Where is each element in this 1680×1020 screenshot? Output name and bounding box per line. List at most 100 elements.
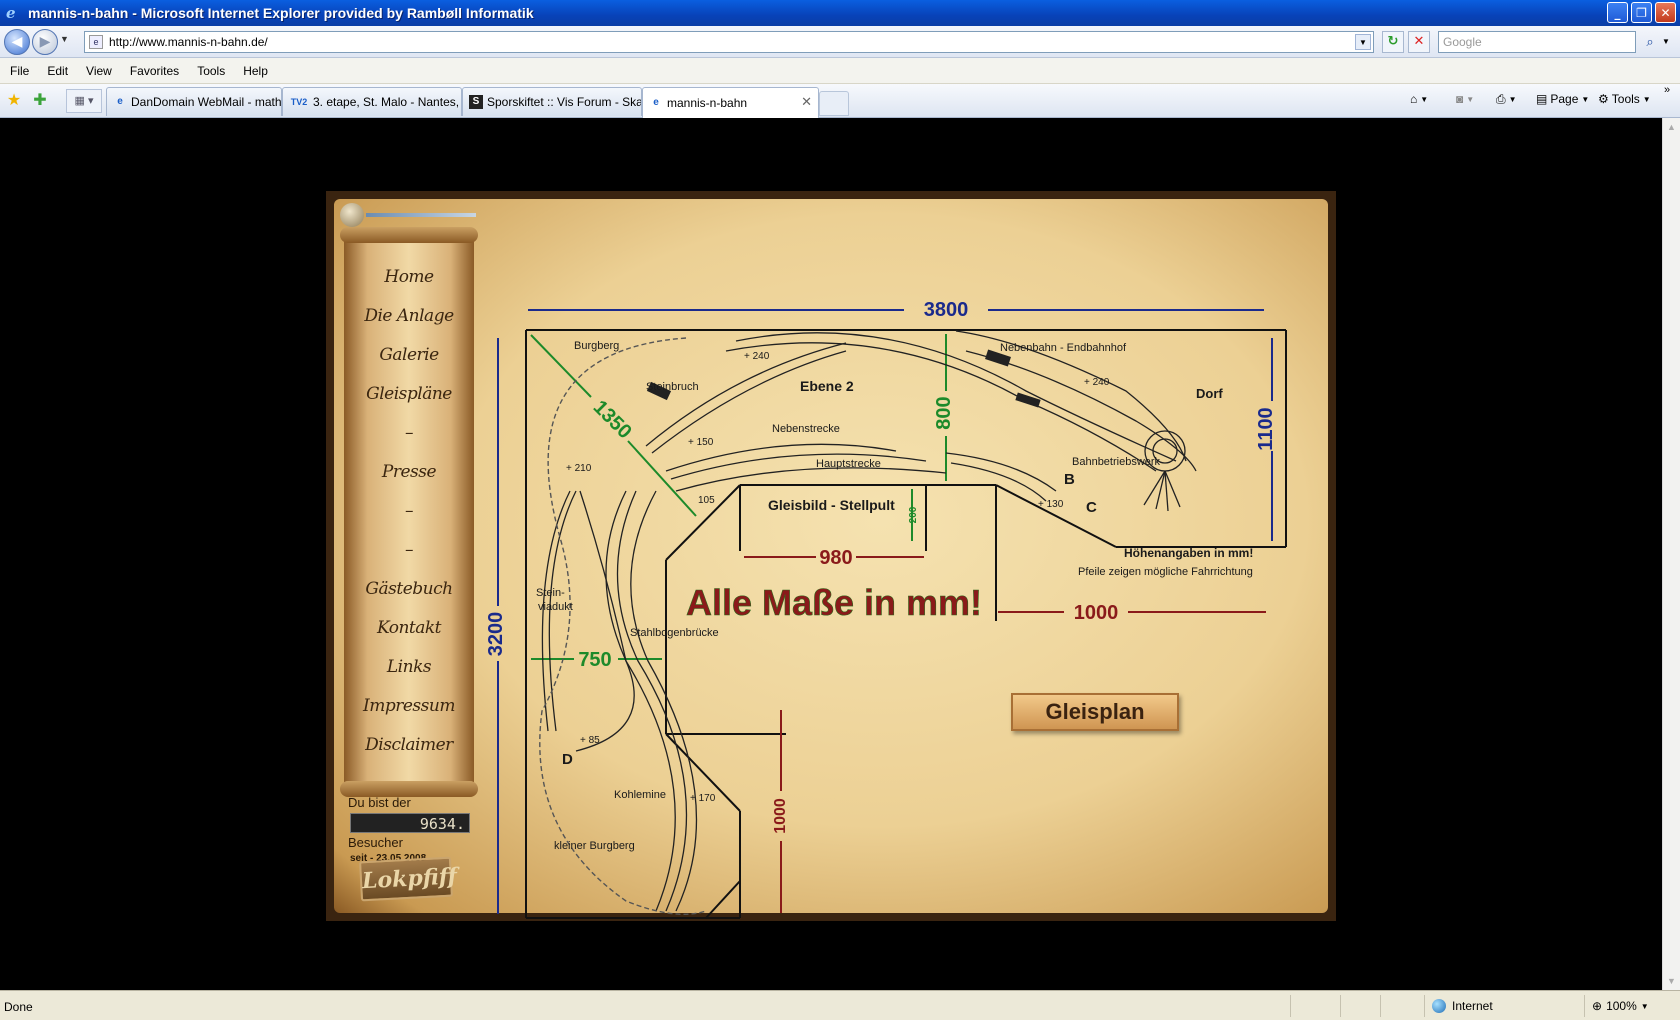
tab-bar: ★ ✚ ▦ ▾ e DanDomain WebMail - mathia... … [0,84,1680,118]
label-stellpult: Gleisbild - Stellpult [768,497,895,513]
ie-page-icon: e [653,97,659,108]
status-divider [1290,995,1291,1017]
label-150: + 150 [688,437,714,448]
tab-sporskiftet[interactable]: S Sporskiftet :: Vis Forum - Ska... [462,87,642,116]
menu-tools[interactable]: Tools [191,64,231,78]
status-text: Done [4,1000,33,1014]
refresh-button[interactable]: ↻ [1382,31,1404,53]
menu-file[interactable]: File [4,64,35,78]
page-menu-label: Page [1550,92,1579,106]
status-divider [1340,995,1341,1017]
label-210: + 210 [566,463,592,474]
search-input[interactable]: Google [1438,31,1636,53]
home-button[interactable]: ⌂ ▼ [1410,92,1428,106]
address-toolbar: ◀ ▶ ▼ e http://www.mannis-n-bahn.de/ ▼ ↻… [0,26,1680,58]
printer-icon: ⎙ [1496,92,1506,106]
page-menu-button[interactable]: ▤ Page ▼ [1536,92,1589,106]
chevron-down-icon: ▼ [1466,94,1475,104]
dim-200: 200 [908,506,919,523]
status-divider [1584,995,1585,1017]
label-240b: + 240 [1084,377,1110,388]
tab-mannis-n-bahn[interactable]: e mannis-n-bahn ✕ [642,87,819,118]
scroll-down-icon[interactable]: ▼ [1667,976,1676,986]
menu-edit[interactable]: Edit [41,64,74,78]
back-button[interactable]: ◀ [4,29,30,55]
address-url: http://www.mannis-n-bahn.de/ [109,35,268,49]
dim-3200: 3200 [485,612,507,657]
menu-view[interactable]: View [80,64,118,78]
label-240a: + 240 [744,351,770,362]
window-controls: _ ❐ ✕ [1607,2,1676,23]
stop-button[interactable]: ✕ [1408,31,1430,53]
dim-1000-right: 1000 [1074,602,1119,624]
search-icon[interactable]: ⌕ [1640,31,1660,53]
close-tab-icon[interactable]: ✕ [801,94,812,110]
menu-favorites[interactable]: Favorites [124,64,185,78]
turntable [1143,430,1186,512]
vertical-scrollbar[interactable]: ▲ ▼ [1662,118,1680,990]
tab-label: Sporskiftet :: Vis Forum - Ska... [487,95,642,109]
gleisplan-button[interactable]: Gleisplan [1011,693,1179,731]
add-favorite-icon[interactable]: ✚ [30,91,50,111]
page-viewport: Home Die Anlage Galerie Gleispläne – Pre… [0,118,1662,990]
label-nebenbahn: Nebenbahn - Endbahnhof [1000,342,1127,354]
zoom-control[interactable]: ⊕ 100% ▼ [1592,999,1649,1013]
label-stein: Stein- [536,587,565,599]
page-icon: e [89,35,103,49]
quick-tabs-icon[interactable]: ▦ ▾ [66,89,102,113]
label-bahnbetriebswerk: Bahnbetriebswerk [1072,456,1161,468]
tab-label: DanDomain WebMail - mathia... [131,95,282,109]
search-options-dropdown-icon[interactable]: ▼ [1662,31,1674,53]
maximize-button[interactable]: ❐ [1631,2,1652,23]
ie-logo-icon: e [6,4,16,22]
notice-all-dimensions-mm: Alle Maße in mm! [686,582,982,623]
dim-3800: 3800 [924,299,969,321]
layout-outline [525,329,1287,919]
site-frame: Home Die Anlage Galerie Gleispläne – Pre… [326,191,1336,921]
tv2-icon: TV2 [290,97,308,107]
label-hauptstrecke: Hauptstrecke [816,458,881,470]
dim-1000-lower: 1000 [772,798,789,834]
minimize-button[interactable]: _ [1607,2,1628,23]
forward-button[interactable]: ▶ [32,29,58,55]
tools-menu-label: Tools [1611,92,1640,106]
zone-label: Internet [1452,999,1493,1013]
status-divider [1424,995,1425,1017]
address-field[interactable]: e http://www.mannis-n-bahn.de/ ▼ [84,31,1374,53]
security-zone[interactable]: Internet [1432,999,1493,1013]
close-button[interactable]: ✕ [1655,2,1676,23]
ie-page-icon: e [117,96,123,107]
tab-dandomain[interactable]: e DanDomain WebMail - mathia... [106,87,282,116]
favorites-star-icon[interactable]: ★ [4,91,24,111]
home-icon: ⌂ [1410,92,1418,106]
rss-icon: ◙ [1456,92,1464,106]
label-d: D [562,751,573,768]
label-c: C [1086,499,1097,516]
dim-750: 750 [578,649,611,671]
status-bar: Done Internet ⊕ 100% ▼ [0,990,1680,1020]
dim-980: 980 [819,547,852,569]
tab-tv2[interactable]: TV2 3. etape, St. Malo - Nantes, ... [282,87,462,116]
menu-bar: File Edit View Favorites Tools Help [0,58,1680,84]
label-burgberg: Burgberg [574,340,619,352]
label-steinbruch: Steinbruch [646,381,699,393]
address-dropdown-icon[interactable]: ▼ [1355,34,1371,50]
label-hoehenangaben: Höhenangaben in mm! [1124,546,1253,560]
menu-help[interactable]: Help [237,64,274,78]
chevron-down-icon: ▼ [1640,1001,1649,1011]
more-commands-icon[interactable]: » [1664,84,1670,96]
scroll-up-icon[interactable]: ▲ [1667,122,1676,132]
globe-icon [1432,999,1446,1013]
chevron-down-icon: ▼ [1642,94,1651,104]
label-viadukt: viadukt [538,601,573,613]
label-b: B [1064,471,1075,488]
feeds-button[interactable]: ◙ ▼ [1456,92,1474,106]
label-nebenstrecke: Nebenstrecke [772,423,840,435]
chevron-down-icon: ▼ [1508,95,1517,104]
tab-label: mannis-n-bahn [667,96,748,110]
tools-menu-button[interactable]: ⚙ Tools ▼ [1598,92,1651,106]
print-button[interactable]: ⎙ ▼ [1496,92,1517,107]
new-tab-button[interactable] [819,91,849,116]
recent-pages-dropdown-icon[interactable]: ▼ [60,34,69,44]
tab-label: 3. etape, St. Malo - Nantes, ... [313,95,462,109]
